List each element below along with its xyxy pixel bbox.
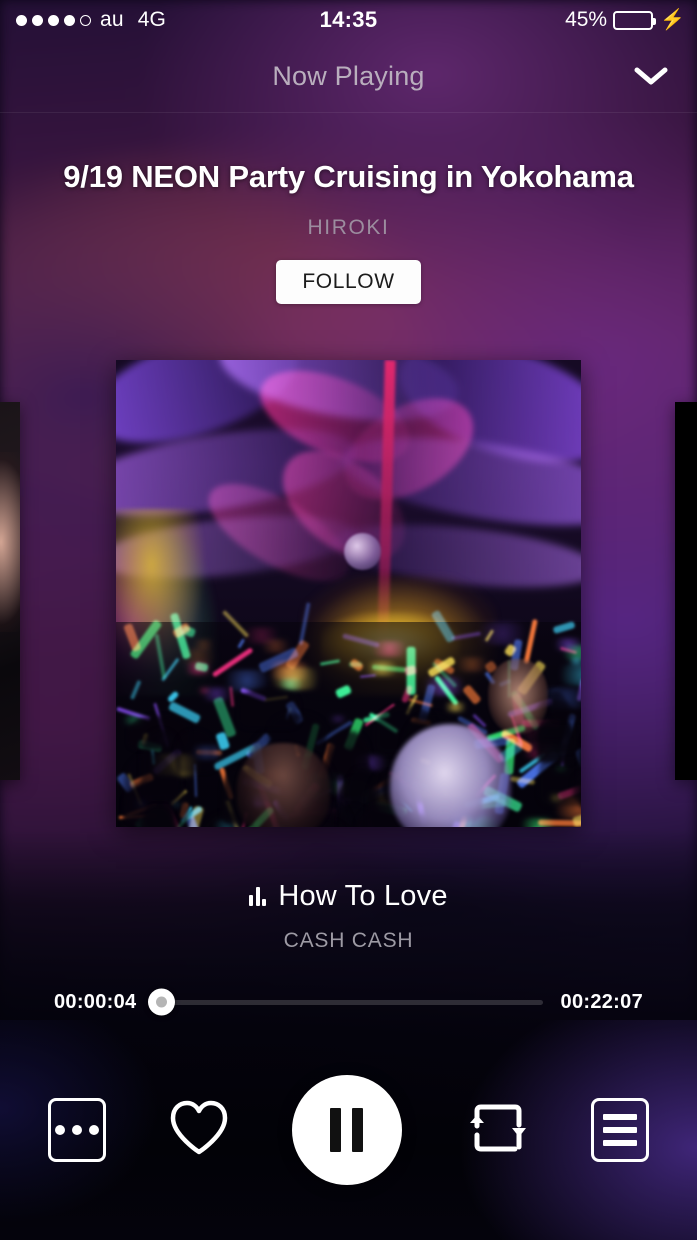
repeat-icon <box>463 1095 529 1166</box>
album-artwork[interactable] <box>116 360 581 827</box>
queue-list-icon <box>591 1098 649 1162</box>
elapsed-time: 00:00:04 <box>54 991 136 1014</box>
repeat-button[interactable] <box>463 1095 529 1166</box>
progress-scrubber-handle[interactable] <box>148 989 175 1016</box>
duration-time: 00:22:07 <box>561 991 643 1014</box>
battery-icon <box>613 11 653 30</box>
now-playing-screen: au 4G 14:35 45% ⚡ Now Playing 9/19 NEON … <box>0 0 697 1240</box>
artwork-peek-previous[interactable] <box>0 402 20 780</box>
header-divider <box>0 112 697 113</box>
status-bar: au 4G 14:35 45% ⚡ <box>0 0 697 40</box>
pause-icon-bar-left <box>330 1108 341 1152</box>
playback-controls <box>0 1075 697 1185</box>
chevron-down-icon[interactable] <box>629 54 673 98</box>
more-dots-icon <box>48 1098 106 1162</box>
more-options-button[interactable] <box>48 1098 106 1162</box>
event-title: 9/19 NEON Party Cruising in Yokohama <box>0 160 697 194</box>
artwork-carousel[interactable] <box>0 360 697 827</box>
track-info: How To Love CASH CASH <box>0 880 697 953</box>
event-header: 9/19 NEON Party Cruising in Yokohama HIR… <box>0 160 697 304</box>
follow-button[interactable]: FOLLOW <box>276 260 420 304</box>
like-button[interactable] <box>168 1099 230 1162</box>
nav-header: Now Playing <box>0 40 697 112</box>
queue-button[interactable] <box>591 1098 649 1162</box>
pause-button[interactable] <box>292 1075 402 1185</box>
status-bar-right: 45% ⚡ <box>565 8 685 32</box>
battery-percent-label: 45% <box>565 8 607 32</box>
event-artist-name: HIROKI <box>0 216 697 240</box>
track-title: How To Love <box>278 880 447 913</box>
equalizer-icon <box>249 887 266 906</box>
page-title: Now Playing <box>272 61 424 92</box>
charging-bolt-icon: ⚡ <box>660 10 685 30</box>
heart-icon <box>168 1099 230 1162</box>
artwork-peek-next[interactable] <box>675 402 697 780</box>
progress-bar-row[interactable]: 00:00:04 00:22:07 <box>0 985 697 1019</box>
track-title-row: How To Love <box>0 880 697 913</box>
follow-button-row: FOLLOW <box>0 260 697 304</box>
track-artist: CASH CASH <box>0 929 697 953</box>
artwork-image <box>116 360 581 827</box>
pause-icon-bar-right <box>352 1108 363 1152</box>
progress-track[interactable] <box>155 1000 543 1005</box>
